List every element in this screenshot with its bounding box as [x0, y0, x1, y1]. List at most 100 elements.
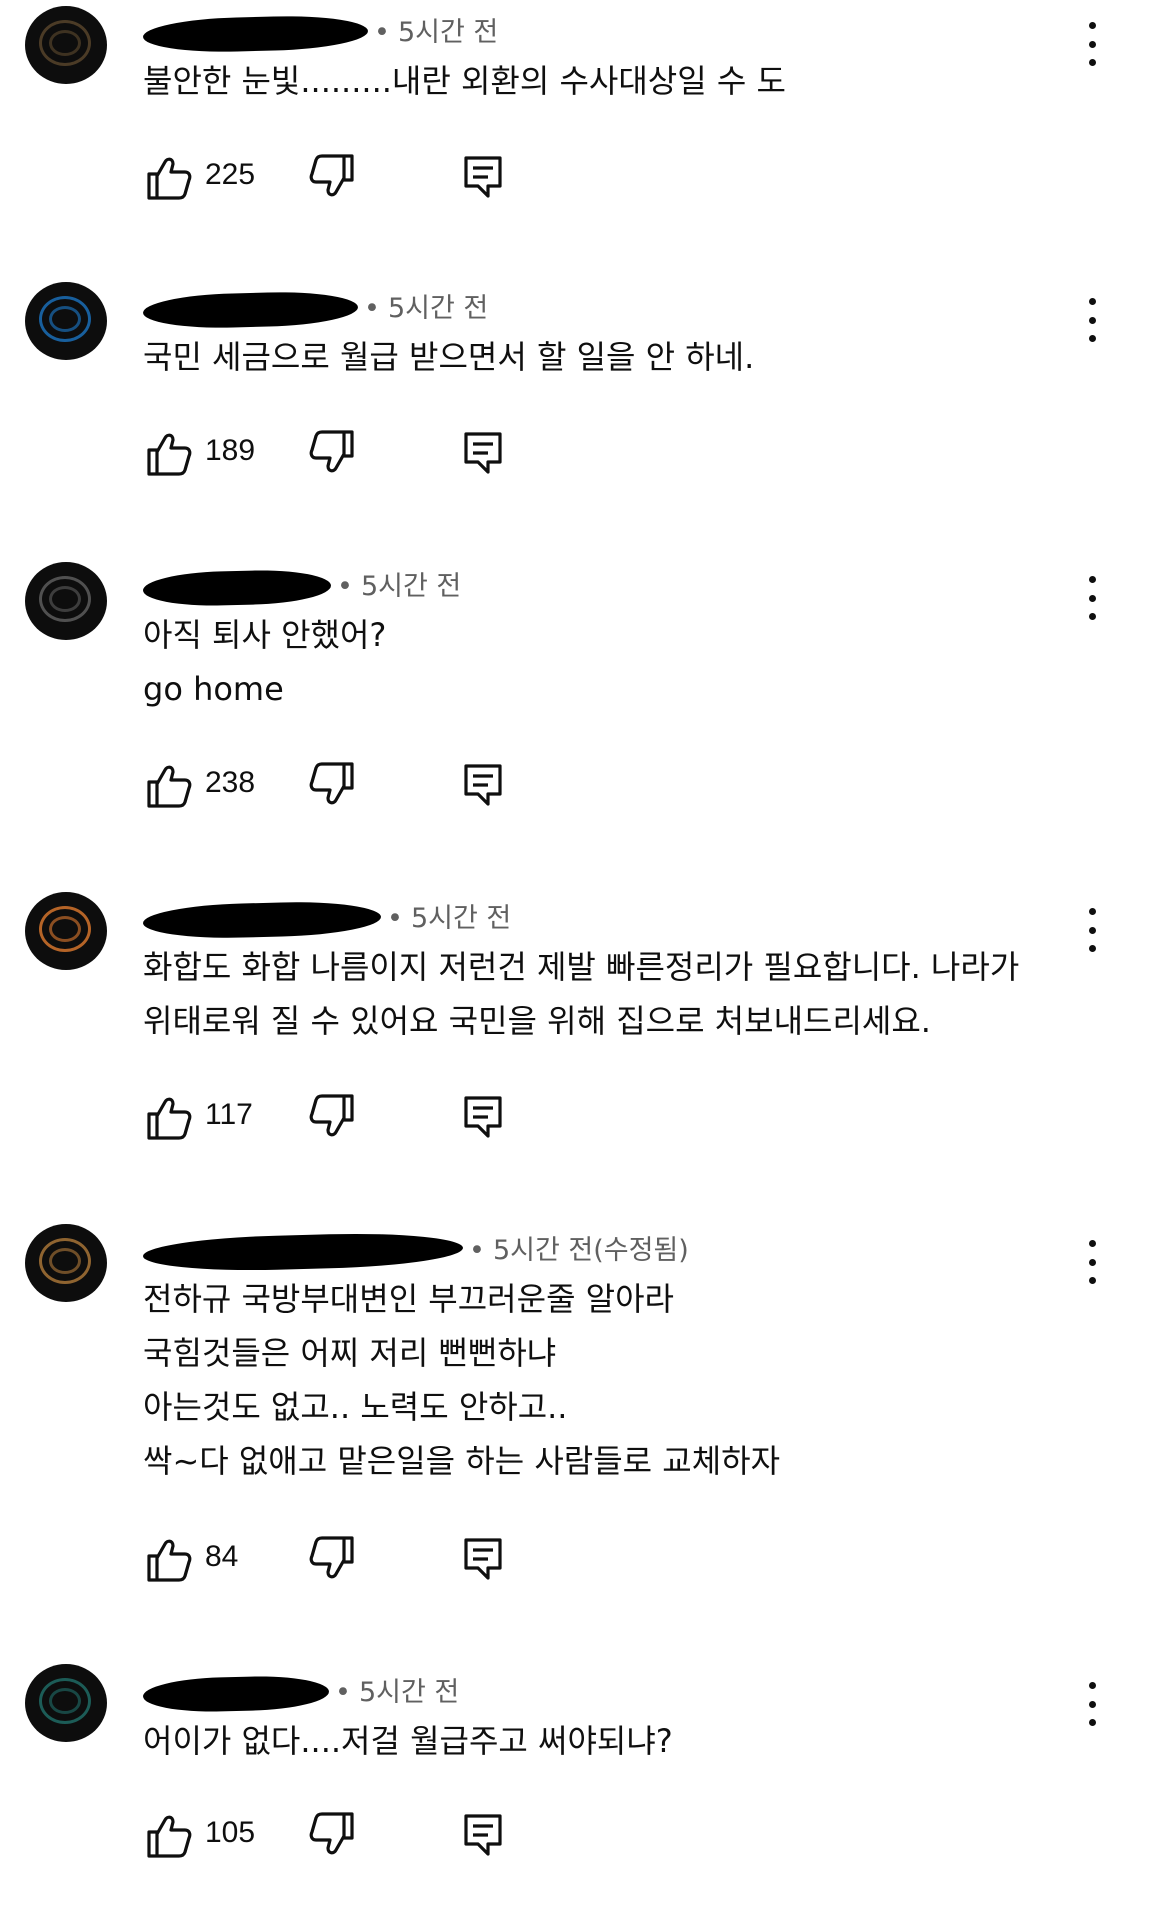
comment-time: 5시간 전	[387, 293, 489, 324]
like-button[interactable]	[143, 760, 193, 810]
comment-actions: 105	[143, 1810, 543, 1860]
thumbs-down-icon	[309, 1094, 354, 1137]
more-options-icon[interactable]	[1080, 908, 1104, 952]
redacted-username	[142, 1230, 464, 1273]
redacted-username	[142, 289, 359, 330]
dislike-button[interactable]	[308, 760, 358, 810]
more-options-icon[interactable]	[1080, 1682, 1104, 1726]
reply-button[interactable]	[458, 1092, 508, 1142]
comment-actions: 225	[143, 152, 543, 202]
comment-text: 화합도 화합 나름이지 저런건 제발 빠른정리가 필요합니다. 나라가 위태로워…	[143, 940, 1103, 1048]
comment-line: 국민 세금으로 월급 받으면서 할 일을 안 하네.	[143, 338, 755, 376]
like-count: 238	[205, 766, 256, 799]
comment-meta: • 5시간 전	[142, 564, 462, 607]
comment-time: 5시간 전	[360, 571, 462, 602]
more-options-icon[interactable]	[1080, 298, 1104, 342]
more-options-icon[interactable]	[1080, 576, 1104, 620]
reply-button[interactable]	[458, 1534, 508, 1584]
dislike-button[interactable]	[308, 428, 358, 478]
thumbs-down-icon	[309, 1536, 354, 1579]
avatar-scribble-icon	[49, 30, 81, 56]
avatar[interactable]	[25, 892, 107, 970]
avatar-scribble-icon	[49, 586, 81, 612]
comment-line: 아는것도 없고.. 노력도 안하고..	[143, 1388, 568, 1426]
like-button[interactable]	[143, 1534, 193, 1584]
more-options-icon[interactable]	[1080, 1240, 1104, 1284]
thumbs-up-icon	[147, 1539, 192, 1582]
like-count: 189	[205, 434, 256, 467]
redacted-username	[142, 568, 332, 607]
avatar[interactable]	[25, 282, 107, 360]
like-button[interactable]	[143, 1810, 193, 1860]
comment-meta: • 5시간 전	[142, 10, 499, 54]
avatar[interactable]	[25, 562, 107, 640]
comment-text: 전하규 국방부대변인 부끄러운줄 알아라 국힘것들은 어찌 저리 뻔뻔하냐 아는…	[143, 1272, 1103, 1488]
reply-button[interactable]	[458, 152, 508, 202]
comment-line: 국힘것들은 어찌 저리 뻔뻔하냐	[143, 1334, 557, 1372]
comment-line: 싹~다 없애고 맡은일을 하는 사람들로 교체하자	[143, 1442, 781, 1480]
reply-icon	[464, 764, 502, 806]
dislike-button[interactable]	[308, 1092, 358, 1142]
separator-dot: •	[469, 1235, 485, 1266]
comment-text: 불안한 눈빛.........내란 외환의 수사대상일 수 도	[143, 54, 1103, 108]
thumbs-up-icon	[147, 765, 192, 808]
reply-icon	[464, 432, 502, 474]
reply-icon	[464, 1814, 502, 1856]
like-button[interactable]	[143, 152, 193, 202]
avatar[interactable]	[25, 1224, 107, 1302]
thumbs-down-icon	[309, 154, 354, 197]
thumbs-down-icon	[309, 1812, 354, 1855]
reply-button[interactable]	[458, 760, 508, 810]
like-count: 105	[205, 1816, 256, 1849]
thumbs-up-icon	[147, 1815, 192, 1858]
comment-actions: 238	[143, 760, 543, 810]
comment-text: 국민 세금으로 월급 받으면서 할 일을 안 하네.	[143, 330, 1103, 384]
thumbs-up-icon	[147, 433, 192, 476]
comment-meta: • 5시간 전	[142, 286, 489, 330]
like-count: 84	[205, 1540, 239, 1573]
comment-actions: 117	[143, 1092, 543, 1142]
like-count: 225	[205, 158, 256, 191]
avatar-scribble-icon	[49, 1688, 81, 1714]
comment-text: 어이가 없다....저걸 월급주고 써야되냐?	[143, 1714, 1103, 1768]
separator-dot: •	[364, 293, 380, 324]
separator-dot: •	[387, 903, 403, 934]
comment-actions: 84	[143, 1534, 543, 1584]
comment-actions: 189	[143, 428, 543, 478]
reply-icon	[464, 156, 502, 198]
comment-line: 불안한 눈빛.........내란 외환의 수사대상일 수 도	[143, 62, 786, 100]
separator-dot: •	[337, 571, 353, 602]
comment-time: 5시간 전	[358, 1677, 460, 1708]
dislike-button[interactable]	[308, 1534, 358, 1584]
reply-icon	[464, 1096, 502, 1138]
thumbs-down-icon	[309, 762, 354, 805]
redacted-username	[142, 899, 382, 940]
avatar-scribble-icon	[49, 916, 81, 942]
redacted-username	[142, 1674, 330, 1713]
avatar-scribble-icon	[49, 1248, 81, 1274]
like-button[interactable]	[143, 1092, 193, 1142]
comment-meta: • 5시간 전	[142, 896, 511, 940]
avatar[interactable]	[25, 1664, 107, 1742]
like-count: 117	[205, 1098, 253, 1131]
reply-icon	[464, 1538, 502, 1580]
comment-line: 위태로워 질 수 있어요 국민을 위해 집으로 처보내드리세요.	[143, 1002, 931, 1040]
reply-button[interactable]	[458, 1810, 508, 1860]
comment-text: 아직 퇴사 안했어? go home	[143, 608, 1103, 716]
thumbs-down-icon	[309, 430, 354, 473]
separator-dot: •	[374, 17, 390, 48]
like-button[interactable]	[143, 428, 193, 478]
comment-line: 아직 퇴사 안했어?	[143, 616, 387, 654]
comment-line: 화합도 화합 나름이지 저런건 제발 빠른정리가 필요합니다. 나라가	[143, 948, 1020, 986]
redacted-username	[142, 13, 369, 54]
thumbs-up-icon	[147, 1097, 192, 1140]
dislike-button[interactable]	[308, 1810, 358, 1860]
comment-meta: • 5시간 전(수정됨)	[142, 1228, 689, 1273]
dislike-button[interactable]	[308, 152, 358, 202]
more-options-icon[interactable]	[1080, 22, 1104, 66]
comment-time: 5시간 전	[397, 17, 499, 48]
comment-line: 어이가 없다....저걸 월급주고 써야되냐?	[143, 1722, 673, 1760]
reply-button[interactable]	[458, 428, 508, 478]
avatar[interactable]	[25, 6, 107, 84]
comment-line: go home	[143, 670, 284, 708]
